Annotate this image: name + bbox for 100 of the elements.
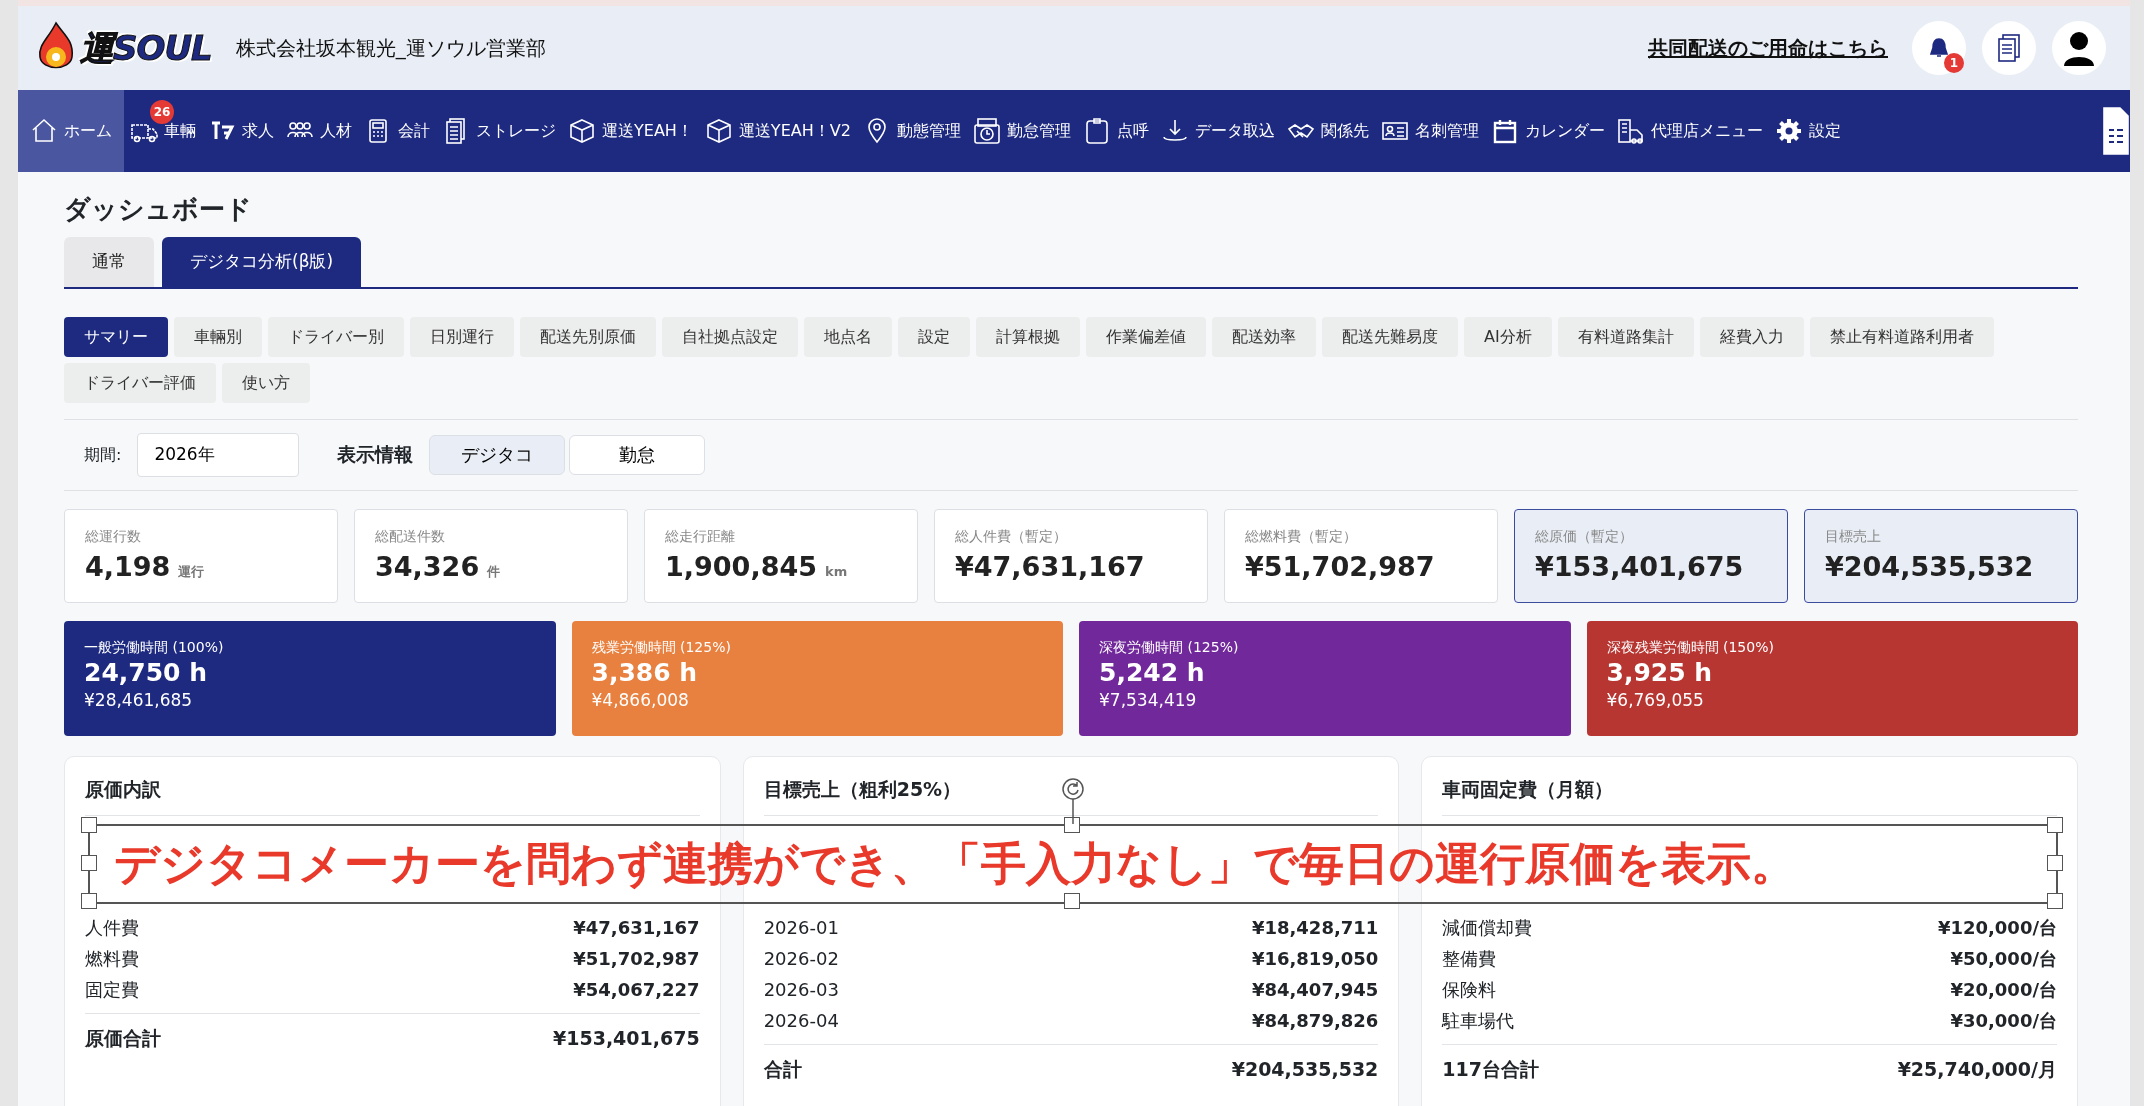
total-value: ¥204,535,532 [1231,1057,1379,1083]
subtab-button[interactable]: ドライバー評価 [64,362,216,403]
row-value: ¥18,428,711 [1251,916,1379,941]
stat-unit: km [825,562,848,581]
nav-item[interactable]: 動態管理 [856,90,967,172]
stat-value: ¥51,702,987 [1245,549,1435,584]
stat-value: ¥153,401,675 [1535,549,1744,584]
subtab-button[interactable]: 設定 [898,316,970,357]
nav-item[interactable]: 名刺管理 [1374,90,1485,172]
labor-amount: ¥7,534,419 [1099,688,1198,712]
stat-label: 総走行距離 [665,526,736,546]
nav-item[interactable]: データ取込 [1154,90,1281,172]
notification-badge: 1 [1944,53,1964,73]
count-badge: 26 [150,100,174,124]
annotation-text: デジタコメーカーを問わず連携ができ、「手入力なし」で毎日の運行原価を表示。 [114,835,1796,892]
subtab-button[interactable]: 作業偏差値 [1086,316,1206,357]
nav-item[interactable]: 設定 [1768,90,1847,172]
labor-amount: ¥4,866,008 [591,688,690,712]
nav-item[interactable]: 代理店メニュー [1610,90,1769,172]
subtab-button[interactable]: 車輛別 [174,316,262,357]
row-value: ¥50,000/台 [1950,947,2057,972]
nav-item[interactable]: 点呼 [1076,90,1155,172]
toggle-button[interactable]: 勤怠 [569,434,706,475]
stat-label: 総運行数 [85,526,142,546]
subtab-button[interactable]: 自社拠点設定 [662,316,798,357]
labor-label: 深夜労働時間 (125%) [1099,637,1240,657]
card-title: 車両固定費（月額） [1442,774,2057,817]
row-value: ¥84,407,945 [1251,978,1379,1003]
subtab-button[interactable]: ドライバー別 [268,316,404,357]
nav-item[interactable]: 車輛 26 [124,90,202,172]
subtab-button[interactable]: 使い方 [222,362,310,403]
stat-unit: 運行 [178,562,205,581]
building-truck-icon [1616,117,1645,145]
tab[interactable]: デジタコ分析(β版) [162,237,362,287]
stat-value: 4,198 [85,549,171,584]
nav-item[interactable]: 人材 [280,90,358,172]
gear-icon [1774,117,1803,145]
nav-item[interactable]: 運送YEAH！ [562,90,699,172]
bell-icon[interactable] [1929,37,1949,59]
labor-label: 残業労働時間 (125%) [591,637,732,657]
stat-value: 1,900,845 [665,549,818,584]
labor-label: 一般労働時間 (100%) [84,637,225,657]
nav-item[interactable]: カレンダー [1484,90,1611,172]
subtab-button[interactable]: 配送先別原価 [520,316,656,357]
stat-label: 目標売上 [1825,526,1882,546]
labor-hours: 3,925 h [1606,657,1714,688]
row-value: ¥51,702,987 [573,947,700,972]
subtab-button[interactable]: AI分析 [1464,316,1552,357]
labor-hours: 5,242 h [1099,657,1206,688]
row-value: ¥84,879,826 [1251,1009,1379,1034]
row-value: ¥54,067,227 [573,978,700,1003]
subtab-button[interactable]: 配送先難易度 [1322,316,1458,357]
subtab-button[interactable]: 配送効率 [1212,316,1316,357]
nav-item[interactable]: 会計 [358,90,436,172]
subtab-button[interactable]: 禁止有料道路利用者 [1809,316,1994,357]
row-label: 減価償却費 [1442,916,1533,941]
row-label: 駐車場代 [1442,1009,1515,1034]
row-label: 2026-03 [763,978,839,1003]
nav-item[interactable]: 関係先 [1280,90,1375,172]
row-value: ¥120,000/台 [1937,916,2057,941]
stat-value: ¥47,631,167 [955,549,1145,584]
box-icon [704,117,733,145]
period-field[interactable]: 2026年 [137,432,300,477]
nav-item[interactable]: 求人 [202,90,280,172]
row-value: ¥30,000/台 [1950,1009,2057,1034]
row-label: 整備費 [1442,947,1497,972]
subtab-button[interactable]: 計算根拠 [976,316,1080,357]
stat-label: 総配送件数 [375,526,446,546]
row-label: 2026-04 [763,1009,839,1034]
logo-text: 運SOUL [80,26,212,70]
nav-item[interactable]: ストレージ [436,90,562,172]
total-value: ¥153,401,675 [553,1026,700,1052]
row-value: ¥16,819,050 [1251,947,1379,972]
nav-item[interactable]: ホーム [18,90,124,172]
document-icon[interactable] [1997,33,2021,63]
toggle-button[interactable]: デジタコ [429,434,566,475]
stat-value: 34,326 [375,549,480,584]
nav-item[interactable]: 勤怠管理 [966,90,1077,172]
home-icon [30,117,58,145]
shared-delivery-link[interactable]: 共同配送のご用命はこちら [1648,33,1888,63]
row-value: ¥47,631,167 [573,916,700,941]
nav-item[interactable]: 運送YEAH！V2 [698,90,857,172]
subtab-button[interactable]: 有料道路集計 [1557,316,1694,357]
stat-label: 総燃料費（暫定） [1245,526,1358,546]
stat-unit: 件 [487,562,501,581]
documents-button[interactable] [1982,21,2036,75]
tab[interactable]: 通常 [64,237,154,287]
subtab-button[interactable]: 地点名 [804,316,892,357]
user-icon[interactable] [2062,30,2096,66]
row-label: 燃料費 [85,947,139,972]
notification-button[interactable]: 1 [1912,21,1966,75]
subtab-button[interactable]: 日別運行 [410,316,514,357]
document-icon[interactable] [2102,106,2130,156]
subtab-button[interactable]: 経費入力 [1699,316,1804,357]
row-label: 2026-02 [763,947,839,972]
subtab-button[interactable]: サマリー [64,316,168,357]
labor-amount: ¥6,769,055 [1606,688,1705,712]
rotate-handle[interactable] [1061,777,1085,824]
total-label: 原価合計 [85,1026,161,1052]
row-label: 保険料 [1442,978,1497,1003]
